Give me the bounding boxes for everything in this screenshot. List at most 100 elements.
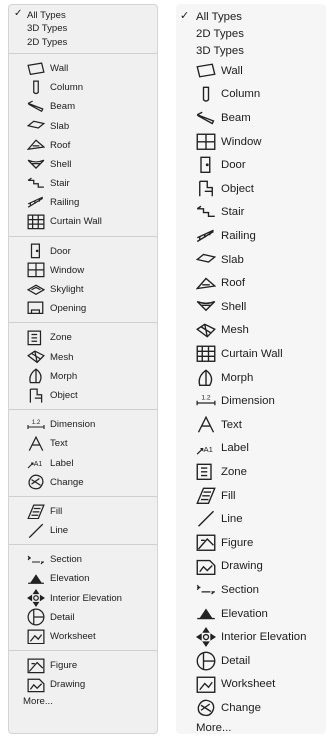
menu-item-dimension[interactable]: 1.2 Dimension xyxy=(9,415,157,434)
menu-item-label: Line xyxy=(50,525,69,537)
menu-item-worksheet[interactable]: Worksheet xyxy=(9,627,157,646)
menu-item-morph[interactable]: Morph xyxy=(176,366,326,390)
opening-icon xyxy=(27,301,45,316)
menu-item-shell[interactable]: Shell xyxy=(9,155,157,174)
menu-item-object[interactable]: Object xyxy=(176,177,326,201)
menu-item-label: Railing xyxy=(50,197,80,209)
slab-icon xyxy=(196,252,216,268)
menu-item-mesh[interactable]: Mesh xyxy=(9,348,157,367)
interior-elevation-icon xyxy=(196,627,216,648)
menu-item-door[interactable]: Door xyxy=(9,242,157,261)
menu-item-skylight[interactable]: Skylight xyxy=(9,280,157,299)
window-icon xyxy=(196,133,216,150)
menu-item-roof[interactable]: Roof xyxy=(176,271,326,295)
menu-item-detail[interactable]: Detail xyxy=(9,608,157,627)
menu-item-section[interactable]: Section xyxy=(176,578,326,602)
more-item[interactable]: More... xyxy=(176,720,326,736)
menu-item-fill[interactable]: Fill xyxy=(176,484,326,508)
slab-icon xyxy=(27,119,45,133)
menu-item-label: Stair xyxy=(50,178,70,190)
menu-item-label: Change xyxy=(221,701,261,714)
morph-icon xyxy=(196,369,216,386)
menu-item-column[interactable]: Column xyxy=(9,78,157,97)
menu-item-window[interactable]: Window xyxy=(176,130,326,154)
menu-item-label: Dimension xyxy=(221,395,275,408)
menu-item-roof[interactable]: Roof xyxy=(9,136,157,155)
menu-separator xyxy=(9,409,157,411)
menu-item-railing[interactable]: Railing xyxy=(9,193,157,212)
menu-item-railing[interactable]: Railing xyxy=(176,224,326,248)
menu-item-zone[interactable]: Zone xyxy=(176,460,326,484)
menu-item-label: Figure xyxy=(50,660,78,672)
menu-item-drawing[interactable]: Drawing xyxy=(9,675,157,694)
menu-item-change[interactable]: Change xyxy=(9,473,157,492)
screenshot-root: ✓ All Types 3D Types 2D Types Wall Column Beam… xyxy=(0,0,334,736)
menu-item-label: Door xyxy=(221,159,246,172)
menu-item-label: Zone xyxy=(50,332,72,344)
type-filter-item[interactable]: ✓ All Types xyxy=(9,8,157,22)
menu-item-label[interactable]: A1 Label xyxy=(9,453,157,472)
column-icon xyxy=(196,86,216,102)
menu-item-object[interactable]: Object xyxy=(9,386,157,405)
menu-item-detail[interactable]: Detail xyxy=(176,649,326,673)
checkmark-icon: ✓ xyxy=(14,8,23,19)
type-filter-item[interactable]: 3D Types xyxy=(176,42,326,59)
menu-item-stair[interactable]: Stair xyxy=(176,201,326,225)
menu-item-worksheet[interactable]: Worksheet xyxy=(176,673,326,697)
menu-item-label: Object xyxy=(50,389,78,401)
menu-item-fill[interactable]: Fill xyxy=(9,502,157,521)
menu-item-label: Morph xyxy=(221,371,254,384)
menu-item-label: Opening xyxy=(50,303,87,315)
menu-item-label: Text xyxy=(50,438,68,450)
menu-item-slab[interactable]: Slab xyxy=(9,116,157,135)
menu-item-text[interactable]: Text xyxy=(176,413,326,437)
menu-item-interior-elevation[interactable]: Interior Elevation xyxy=(176,625,326,649)
menu-item-label[interactable]: A1 Label xyxy=(176,437,326,461)
menu-item-wall[interactable]: Wall xyxy=(176,59,326,83)
line-icon xyxy=(196,511,216,528)
menu-item-change[interactable]: Change xyxy=(176,696,326,720)
window-icon xyxy=(27,262,45,278)
menu-item-elevation[interactable]: Elevation xyxy=(176,602,326,626)
type-filter-item[interactable]: 3D Types xyxy=(9,22,157,35)
menu-separator xyxy=(9,52,157,54)
menu-item-opening[interactable]: Opening xyxy=(9,299,157,318)
menu-item-beam[interactable]: Beam xyxy=(176,106,326,130)
type-filter-item[interactable]: 2D Types xyxy=(176,26,326,43)
checkmark-icon: ✓ xyxy=(180,10,190,22)
menu-item-label: Line xyxy=(221,513,243,526)
menu-item-zone[interactable]: Zone xyxy=(9,328,157,347)
menu-item-shell[interactable]: Shell xyxy=(176,295,326,319)
menu-item-stair[interactable]: Stair xyxy=(9,174,157,193)
menu-item-figure[interactable]: Figure xyxy=(9,656,157,675)
menu-item-beam[interactable]: Beam xyxy=(9,97,157,116)
type-filter-item[interactable]: ✓ All Types xyxy=(176,9,326,26)
dimension-icon: 1.2 xyxy=(196,393,216,409)
figure-icon xyxy=(196,534,216,551)
menu-item-window[interactable]: Window xyxy=(9,261,157,280)
menu-item-curtain-wall[interactable]: Curtain Wall xyxy=(9,212,157,231)
menu-item-wall[interactable]: Wall xyxy=(9,59,157,78)
menu-item-elevation[interactable]: Elevation xyxy=(9,569,157,588)
menu-item-curtain-wall[interactable]: Curtain Wall xyxy=(176,342,326,366)
menu-item-morph[interactable]: Morph xyxy=(9,367,157,386)
menu-item-line[interactable]: Line xyxy=(176,507,326,531)
menu-item-column[interactable]: Column xyxy=(176,83,326,107)
menu-item-line[interactable]: Line xyxy=(9,521,157,540)
menu-item-slab[interactable]: Slab xyxy=(176,248,326,272)
menu-item-label: Section xyxy=(221,583,259,596)
line-icon xyxy=(27,523,45,538)
menu-item-door[interactable]: Door xyxy=(176,153,326,177)
menu-item-drawing[interactable]: Drawing xyxy=(176,555,326,579)
menu-item-interior-elevation[interactable]: Interior Elevation xyxy=(9,589,157,608)
menu-item-dimension[interactable]: 1.2 Dimension xyxy=(176,389,326,413)
menu-item-text[interactable]: Text xyxy=(9,434,157,453)
menu-item-label: Wall xyxy=(50,62,69,74)
svg-text:A1: A1 xyxy=(34,461,43,468)
type-filter-item[interactable]: 2D Types xyxy=(9,36,157,49)
menu-item-mesh[interactable]: Mesh xyxy=(176,319,326,343)
beam-icon xyxy=(196,110,216,126)
menu-item-section[interactable]: Section xyxy=(9,550,157,569)
menu-item-figure[interactable]: Figure xyxy=(176,531,326,555)
more-item[interactable]: More... xyxy=(9,695,157,708)
